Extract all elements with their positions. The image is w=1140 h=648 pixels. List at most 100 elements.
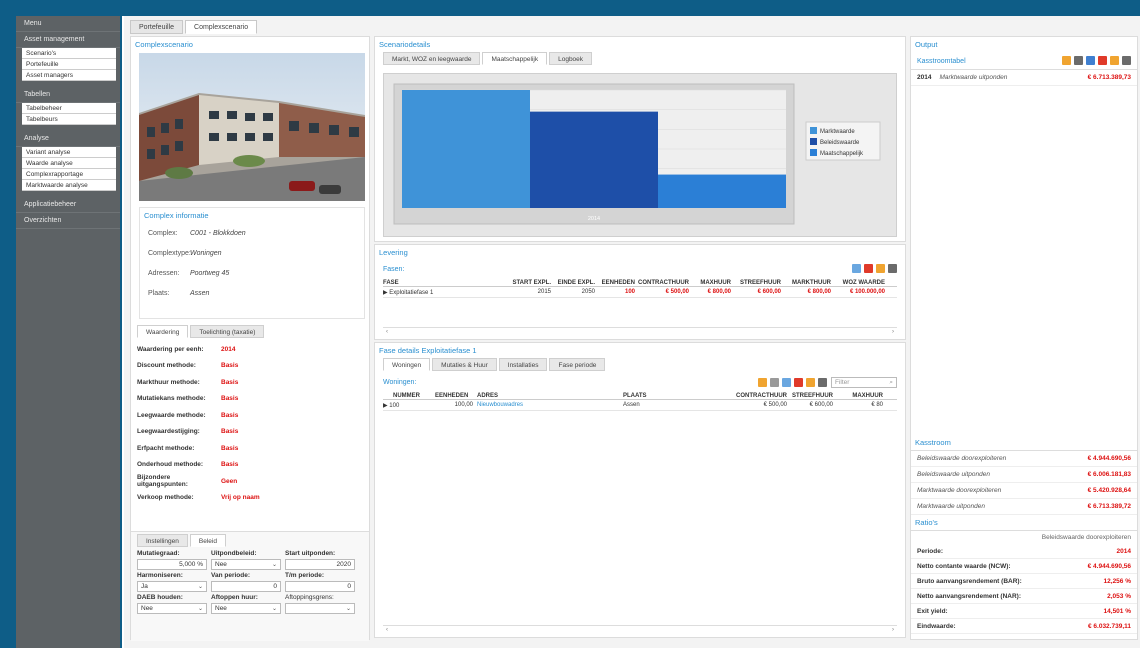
export-icon[interactable] [1122, 56, 1131, 65]
valuation-value[interactable]: Basis [221, 428, 238, 435]
tab-maatschappelijk[interactable]: Maatschappelijk [482, 52, 548, 65]
start-uitponden-input[interactable]: 2020 [285, 559, 355, 570]
scroll-left-icon[interactable]: ‹ [386, 329, 388, 335]
valuation-value[interactable]: Geen [221, 478, 237, 485]
edit-icon[interactable] [876, 264, 885, 273]
col-contracthuur: CONTRACTHUUR [638, 280, 689, 286]
tab-instellingen[interactable]: Instellingen [137, 534, 188, 547]
star-icon[interactable] [1062, 56, 1071, 65]
star-icon[interactable] [806, 378, 815, 387]
add-icon[interactable] [782, 378, 791, 387]
aftoppingsgrens-select[interactable]: ⌄ [285, 603, 355, 614]
sidebar-item-variant-analyse[interactable]: Variant analyse [22, 147, 116, 158]
valuation-value[interactable]: 2014 [221, 346, 235, 353]
tm-periode-input[interactable]: 0 [285, 581, 355, 592]
sidebar-item-scenarios[interactable]: Scenario's [22, 48, 116, 59]
summary-value: € 5.420.928,64 [1087, 487, 1131, 494]
sidebar-section-tabellen[interactable]: Tabellen [16, 87, 120, 103]
delete-icon[interactable] [864, 264, 873, 273]
sidebar-item-portefeuille[interactable]: Portefeuille [22, 59, 116, 70]
sidebar-item-tabelbeheer[interactable]: Tabelbeheer [22, 103, 116, 114]
valuation-value[interactable]: Basis [221, 412, 238, 419]
van-periode-input[interactable]: 0 [211, 581, 281, 592]
sidebar-section-asset-management[interactable]: Asset management [16, 32, 120, 48]
cell-fase: ▶ Exploitatiefase 1 [383, 289, 434, 296]
summary-row: Beleidswaarde uitponden € 6.006.181,83 [911, 467, 1137, 483]
tab-logboek[interactable]: Logboek [549, 52, 593, 65]
sidebar-item-complexrapportage[interactable]: Complexrapportage [22, 169, 116, 180]
kasstroom-header: Kasstroomtabel [911, 52, 1137, 70]
copy-icon[interactable] [770, 378, 779, 387]
search-icon: ⌕ [889, 378, 893, 386]
kpi-row: Exit yield: 14,501 % [911, 604, 1137, 619]
filter-input[interactable]: Filter ⌕ [831, 377, 897, 388]
daeb-select[interactable]: Nee ⌄ [137, 603, 207, 614]
kpi-value: € 6.032.739,11 [1087, 622, 1131, 630]
table-row[interactable]: ▶ Exploitatiefase 1 2015 2050 100 € 500,… [383, 287, 897, 298]
add-icon[interactable] [852, 264, 861, 273]
valuation-label: Leegwaardestijging: [137, 428, 200, 436]
sidebar-item-tabelbeurs[interactable]: Tabelbeurs [22, 114, 116, 125]
sidebar-item-applicatiebeheer[interactable]: Applicatiebeheer [16, 197, 120, 213]
kpi-label: Periode: [917, 547, 944, 555]
export-icon[interactable] [888, 264, 897, 273]
scroll-right-icon[interactable]: › [892, 627, 894, 633]
valuation-label: Waardering per eenh: [137, 345, 204, 353]
chart-icon[interactable] [1086, 56, 1095, 65]
scroll-right-icon[interactable]: › [892, 329, 894, 335]
mutatiegraad-input[interactable]: 5,000 % [137, 559, 207, 570]
horizontal-scrollbar[interactable]: ‹ › [383, 625, 897, 633]
sidebar-section-analyse[interactable]: Analyse [16, 131, 120, 147]
horizontal-scrollbar[interactable]: ‹ › [383, 327, 897, 335]
grid-icon[interactable] [1074, 56, 1083, 65]
field-label: Plaats: [148, 289, 170, 297]
harmoniseren-label: Harmoniseren: [137, 572, 183, 579]
cell-eenheden: 100,00 [454, 402, 473, 408]
tab-markt-woz-leegwaarde[interactable]: Markt, WOZ en leegwaarde [383, 52, 481, 65]
tab-toelichting[interactable]: Toelichting (taxatie) [190, 325, 265, 338]
tab-beleid[interactable]: Beleid [189, 534, 226, 547]
valuation-value[interactable]: Basis [221, 395, 238, 402]
chevron-down-icon: ⌄ [197, 606, 203, 612]
cell-adres-link[interactable]: Nieuwbouwadres [477, 402, 623, 408]
building-photo [139, 53, 365, 201]
tab-portefeuille[interactable]: Portefeuille [130, 20, 184, 34]
sidebar-item-marktwaarde-analyse[interactable]: Marktwaarde analyse [22, 180, 116, 191]
aftoppen-select[interactable]: Nee ⌄ [211, 603, 281, 614]
field-value: Woningen [190, 249, 222, 257]
export-icon[interactable] [818, 378, 827, 387]
tab-waardering[interactable]: Waardering [137, 325, 189, 338]
sidebar-menu-label[interactable]: Menu [16, 16, 120, 32]
col-eenheden: EENHEDEN [435, 393, 469, 399]
main-area: Portefeuille Complexscenario Complexscen… [122, 16, 1140, 648]
valuation-value[interactable]: Basis [221, 362, 238, 369]
table-row[interactable]: ▶ 100 100,00 Nieuwbouwadres Assen € 500,… [383, 400, 897, 411]
valuation-value[interactable]: Vrij op naam [221, 494, 260, 501]
valuation-list: Waardering per eenh: 2014 Discount method… [131, 338, 369, 506]
uitpondbeleid-select[interactable]: Nee ⌄ [211, 559, 281, 570]
tab-complexscenario[interactable]: Complexscenario [185, 20, 258, 34]
valuation-value[interactable]: Basis [221, 445, 238, 452]
ratios-subtitle: Beleidswaarde doorexploiteren [1041, 534, 1131, 541]
harmoniseren-select[interactable]: Ja ⌄ [137, 581, 207, 592]
sidebar-item-overzichten[interactable]: Overzichten [16, 213, 120, 229]
sidebar-item-waarde-analyse[interactable]: Waarde analyse [22, 158, 116, 169]
kasstroom-row[interactable]: 2014 Marktwaarde uitponden € 6.713.389,73 [911, 70, 1137, 86]
tab-woningen[interactable]: Woningen [383, 358, 431, 371]
select-value: Nee [141, 605, 153, 612]
tab-fase-periode[interactable]: Fase periode [549, 358, 606, 371]
valuation-row: Leegwaarde methode: Basis [131, 407, 369, 424]
chevron-down-icon: ⌄ [197, 584, 203, 590]
valuation-value[interactable]: Basis [221, 461, 238, 468]
tab-mutaties-huur[interactable]: Mutaties & Huur [432, 358, 497, 371]
valuation-value[interactable]: Basis [221, 379, 238, 386]
folder-icon[interactable] [1110, 56, 1119, 65]
edit-icon[interactable] [758, 378, 767, 387]
pdf-icon[interactable] [1098, 56, 1107, 65]
kpi-label: Netto aanvangsrendement (NAR): [917, 592, 1022, 600]
scroll-left-icon[interactable]: ‹ [386, 627, 388, 633]
valuation-row: Leegwaardestijging: Basis [131, 424, 369, 441]
delete-icon[interactable] [794, 378, 803, 387]
sidebar-item-asset-managers[interactable]: Asset managers [22, 70, 116, 81]
tab-installaties[interactable]: Installaties [498, 358, 548, 371]
